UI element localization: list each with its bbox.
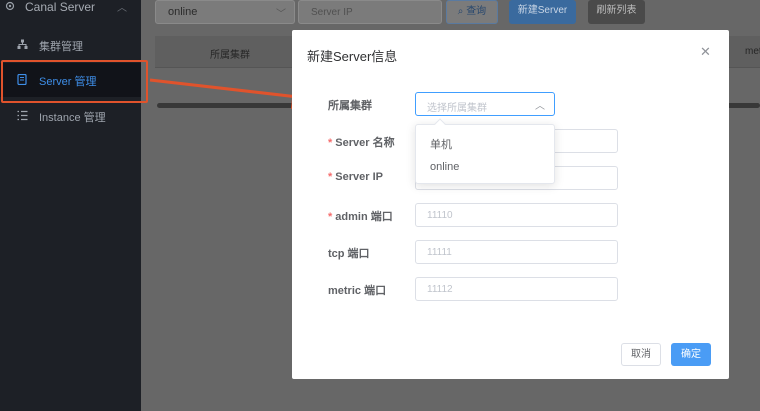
chevron-up-icon[interactable]: ︿ — [117, 0, 127, 14]
cancel-button[interactable]: 取消 — [621, 343, 661, 366]
cluster-filter-select[interactable]: online ﹀ — [155, 0, 295, 24]
tcp-port-input[interactable]: 11111 — [415, 240, 618, 264]
column-header-cluster: 所属集群 — [210, 50, 250, 61]
cluster-label: 所属集群 — [328, 100, 372, 112]
query-label: 查询 — [466, 6, 487, 17]
refresh-list-button[interactable]: 刷新列表 — [588, 0, 645, 24]
server-ip-input[interactable]: Server IP — [298, 0, 442, 24]
dialog-title: 新建Server信息 — [307, 49, 398, 64]
metric-port-input[interactable]: 11112 — [415, 277, 618, 301]
sidebar-header[interactable]: Canal Server ︿ — [0, 0, 141, 22]
required-mark: * — [328, 211, 333, 223]
sidebar-item-instance[interactable]: Instance 管理 — [0, 99, 141, 133]
new-server-dialog: 新建Server信息 ✕ 所属集群 选择所属集群 ︿ * Server 名称 * S… — [292, 30, 729, 379]
sidebar-item-cluster[interactable]: 集群管理 — [0, 28, 141, 62]
metric-port-placeholder: 11112 — [427, 284, 453, 295]
required-mark: * — [328, 137, 333, 149]
server-ip-label-text: Server IP — [335, 171, 383, 183]
admin-port-label-text: admin 端口 — [335, 211, 393, 223]
cluster-select[interactable]: 选择所属集群 ︿ — [415, 92, 555, 116]
server-ip-placeholder: Server IP — [311, 7, 353, 18]
server-name-label-text: Server 名称 — [335, 137, 395, 149]
chevron-up-icon: ︿ — [535, 101, 545, 112]
settings-icon — [5, 1, 15, 11]
list-icon — [17, 110, 28, 121]
required-mark: * — [328, 171, 333, 183]
sidebar-item-label: 集群管理 — [39, 41, 83, 53]
query-button[interactable]: ⌕ 查询 — [446, 0, 498, 24]
confirm-button[interactable]: 确定 — [671, 343, 711, 366]
search-icon: ⌕ — [457, 6, 464, 17]
cluster-filter-value: online — [168, 6, 198, 18]
sidebar-header-label: Canal Server — [25, 0, 96, 14]
annotation-highlight-box — [1, 60, 148, 103]
dropdown-option[interactable]: online — [430, 161, 459, 173]
horizontal-scrollbar[interactable] — [157, 103, 297, 108]
admin-port-placeholder: 11110 — [427, 210, 453, 221]
tcp-port-placeholder: 11111 — [427, 247, 452, 258]
new-server-button[interactable]: 新建Server — [509, 0, 576, 24]
server-ip-label: * Server IP — [328, 171, 383, 183]
dropdown-option[interactable]: 单机 — [430, 136, 452, 152]
cluster-select-placeholder: 选择所属集群 — [427, 103, 487, 114]
sidebar-item-label: Instance 管理 — [39, 112, 106, 124]
cluster-dropdown: 单机 online — [415, 118, 555, 184]
close-icon[interactable]: ✕ — [700, 44, 711, 60]
chevron-down-icon: ﹀ — [276, 9, 286, 20]
admin-port-label: * admin 端口 — [328, 208, 393, 224]
column-header-metric: met — [745, 46, 760, 57]
dropdown-caret — [434, 118, 446, 130]
server-name-label: * Server 名称 — [328, 134, 395, 150]
cluster-icon — [17, 39, 28, 49]
tcp-port-label: tcp 端口 — [328, 248, 370, 260]
admin-port-input[interactable]: 11110 — [415, 203, 618, 227]
metric-port-label: metric 端口 — [328, 285, 387, 297]
